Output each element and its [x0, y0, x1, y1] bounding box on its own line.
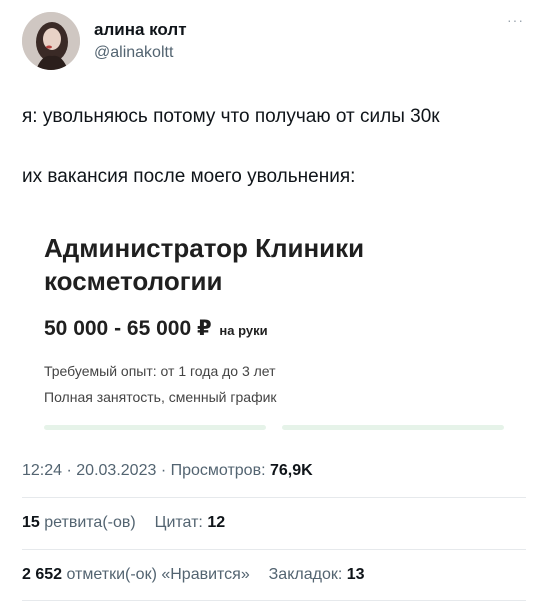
- views-count: 76,9K: [269, 462, 313, 479]
- divider: [22, 497, 526, 498]
- quotes-link[interactable]: Цитат: 12: [155, 514, 226, 531]
- divider: [22, 549, 526, 550]
- bookmarks-label: Закладок:: [268, 566, 343, 583]
- tweet-text-line-1: я: увольняюсь потому что получаю от силы…: [22, 106, 440, 127]
- job-card-image[interactable]: Администратор Клиники косметологии 50 00…: [22, 210, 526, 436]
- quotes-count: 12: [207, 514, 226, 531]
- tweet-header: алина колт @alinakoltt ···: [22, 12, 526, 72]
- card-button-strip-left: [44, 425, 266, 430]
- bookmarks-count: 13: [346, 566, 365, 583]
- likes-label: отметки(-ок) «Нравится»: [66, 566, 250, 583]
- job-salary: 50 000 - 65 000 ₽ на руки: [44, 316, 268, 341]
- job-schedule: Полная занятость, сменный график: [44, 389, 277, 405]
- tweet-date[interactable]: 20.03.2023: [76, 462, 156, 479]
- tweet-meta: 12:24 · 20.03.2023 · Просмотров: 76,9K: [22, 462, 313, 480]
- more-options-icon[interactable]: ···: [507, 12, 524, 28]
- tweet-time[interactable]: 12:24: [22, 462, 62, 479]
- retweets-count: 15: [22, 514, 40, 531]
- retweets-link[interactable]: 15 ретвита(-ов): [22, 514, 136, 531]
- card-button-strip-right: [282, 425, 504, 430]
- bookmarks-link[interactable]: Закладок: 13: [269, 566, 365, 583]
- quotes-label: Цитат:: [154, 514, 203, 531]
- retweets-label: ретвита(-ов): [44, 514, 136, 531]
- likes-count: 2 652: [22, 566, 63, 583]
- avatar-image: [22, 12, 80, 70]
- divider: [22, 600, 526, 601]
- tweet-text-line-2: их вакансия после моего увольнения:: [22, 166, 356, 187]
- salary-range: 50 000 - 65 000 ₽: [44, 317, 212, 340]
- author-handle[interactable]: @alinakoltt: [94, 44, 173, 62]
- author-name[interactable]: алина колт: [94, 20, 187, 40]
- meta-separator: ·: [66, 462, 77, 479]
- likes-bookmarks-row: 2 652 отметки(-ок) «Нравится» Закладок: …: [22, 566, 365, 584]
- salary-suffix: на руки: [219, 323, 268, 338]
- job-title: Администратор Клиники косметологии: [44, 233, 365, 296]
- views-label: Просмотров:: [170, 462, 266, 479]
- meta-separator: ·: [160, 462, 171, 479]
- retweets-quotes-row: 15 ретвита(-ов) Цитат: 12: [22, 514, 225, 532]
- job-experience: Требуемый опыт: от 1 года до 3 лет: [44, 363, 276, 379]
- avatar[interactable]: [22, 12, 80, 70]
- likes-link[interactable]: 2 652 отметки(-ок) «Нравится»: [22, 566, 250, 583]
